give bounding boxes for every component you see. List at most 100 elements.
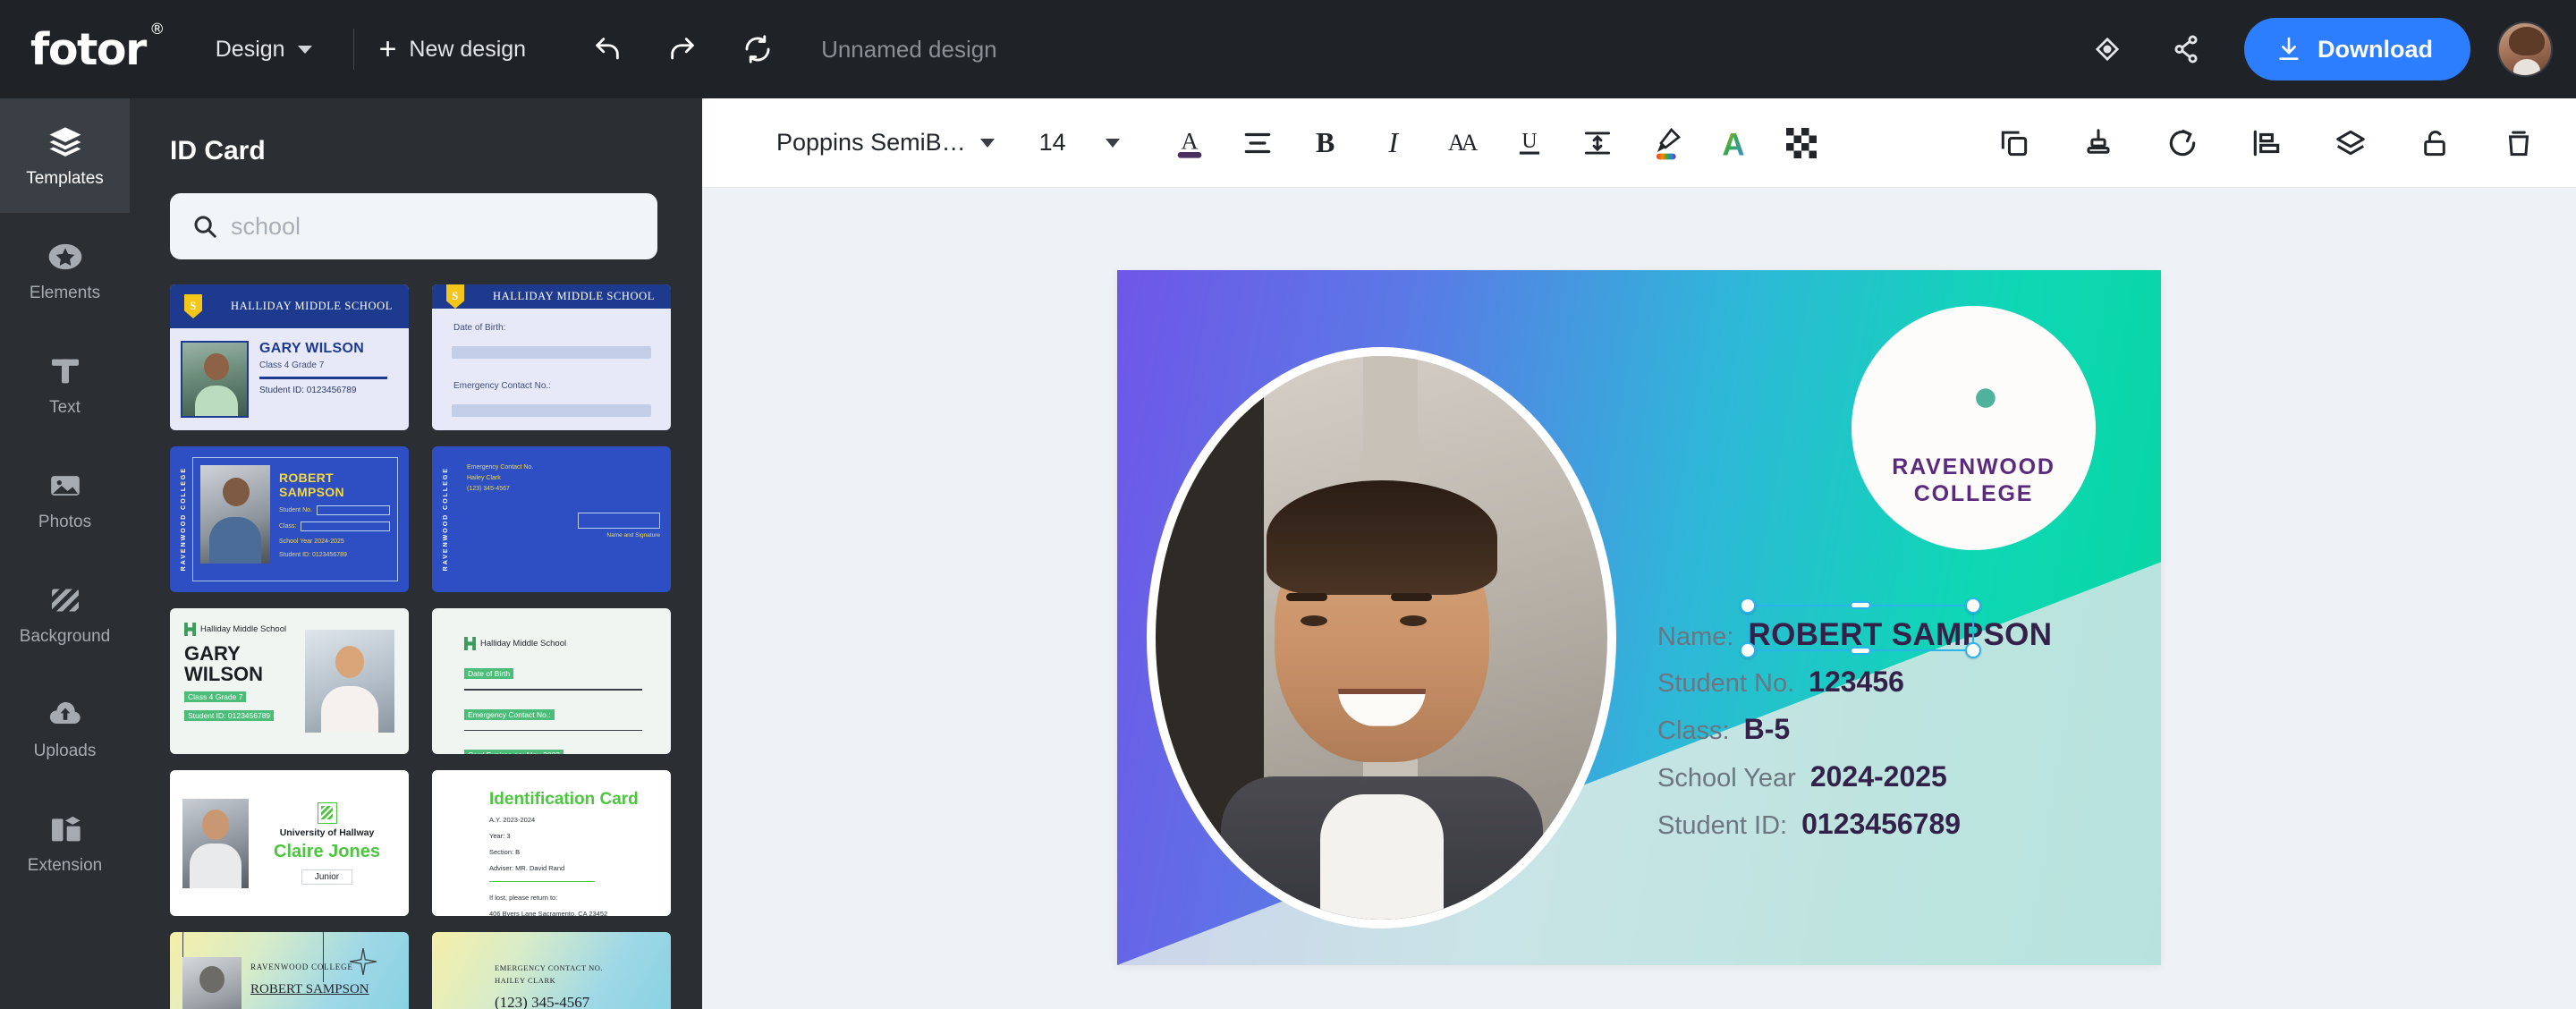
template-university: University of Hallway (280, 827, 375, 838)
sidebar-item-templates[interactable]: Templates (0, 98, 130, 213)
italic-icon: I (1388, 126, 1398, 159)
template-header: S HALLIDAY MIDDLE SCHOOL (432, 284, 671, 309)
template-card[interactable]: University of Hallway Claire Jones Junio… (170, 770, 409, 916)
template-card[interactable]: EMERGENCY CONTACT NO. HAILEY CLARK (123)… (432, 932, 671, 1009)
font-family-select[interactable]: Poppins SemiB… (776, 129, 995, 157)
student-photo[interactable] (1147, 347, 1616, 928)
sidebar-item-text[interactable]: Text (0, 327, 130, 442)
hatch-icon (47, 581, 84, 619)
field-row-class[interactable]: Class: B-5 (1657, 713, 2140, 746)
redo-button[interactable] (655, 21, 710, 77)
template-school-year: School Year 2024-2025 (279, 538, 390, 545)
letter-case-button[interactable]: AA (1433, 114, 1490, 172)
resize-handle-top-center[interactable] (1850, 601, 1871, 609)
template-card[interactable]: Identification Card A.Y. 2023-2024 Year:… (432, 770, 671, 916)
design-name-input[interactable]: Unnamed design (821, 36, 997, 64)
sidebar-label-uploads: Uploads (34, 742, 97, 761)
effects-button[interactable] (1637, 114, 1694, 172)
sidebar-item-photos[interactable]: Photos (0, 442, 130, 556)
bold-button[interactable]: B (1297, 114, 1354, 172)
font-size-select[interactable]: 14 (1039, 129, 1120, 157)
template-card[interactable]: Halliday Middle School Date of Birth Eme… (432, 608, 671, 754)
logo-line-2: COLLEGE (1914, 481, 2033, 506)
lock-button[interactable] (2406, 114, 2463, 172)
template-card[interactable]: Halliday Middle School GARY WILSON Class… (170, 608, 409, 754)
field-row-student-no[interactable]: Student No. 123456 (1657, 666, 2140, 699)
template-student-id: Student ID: 0123456789 (259, 386, 398, 395)
fotor-logo[interactable]: fotor ® (30, 24, 146, 75)
sidebar-item-elements[interactable]: Elements (0, 213, 130, 327)
line-height-button[interactable] (1569, 114, 1626, 172)
template-card[interactable]: S HALLIDAY MIDDLE SCHOOL GARY WILSON Cla… (170, 284, 409, 430)
search-input[interactable] (231, 213, 615, 241)
layers-button[interactable] (2322, 114, 2379, 172)
canvas-area[interactable]: RAVENWOOD COLLEGE Name: ROBERT SAMPSON S… (702, 188, 2576, 1009)
template-body: Halliday Middle School Date of Birth Eme… (446, 623, 657, 740)
template-school-name: HALLIDAY MIDDLE SCHOOL (231, 300, 393, 313)
sync-button[interactable] (730, 21, 785, 77)
template-brand: Halliday Middle School (464, 637, 642, 650)
transparency-button[interactable] (1773, 114, 1830, 172)
template-student-name: ROBERT SAMPSON (279, 471, 390, 499)
template-card[interactable]: S HALLIDAY MIDDLE SCHOOL Date of Birth: … (432, 284, 671, 430)
template-dob-label: Date of Birth: (453, 323, 651, 333)
italic-button[interactable]: I (1365, 114, 1422, 172)
id-card-design[interactable]: RAVENWOOD COLLEGE Name: ROBERT SAMPSON S… (1117, 270, 2161, 965)
field-value-name[interactable]: ROBERT SAMPSON (1748, 617, 2052, 653)
text-color-button[interactable]: A (1161, 114, 1218, 172)
field-row-school-year[interactable]: School Year 2024-2025 (1657, 760, 2140, 793)
design-menu-label: Design (216, 37, 285, 63)
share-button[interactable] (2158, 21, 2214, 77)
text-style-button[interactable]: A (1705, 114, 1762, 172)
new-design-button[interactable]: + New design (365, 25, 541, 73)
object-actions (1959, 114, 2576, 172)
design-menu-button[interactable]: Design (201, 28, 326, 72)
svg-text:U: U (1521, 129, 1537, 152)
name-line-1: GARY (184, 642, 241, 665)
rotate-button[interactable] (2154, 114, 2211, 172)
search-box[interactable] (170, 193, 657, 259)
template-card[interactable]: RAVENWOOD COLLEGE ROBERT SAMPSON Student… (170, 446, 409, 592)
field-value-class[interactable]: B-5 (1744, 713, 1791, 746)
duplicate-button[interactable] (1986, 114, 2043, 172)
template-section: Section: B (489, 846, 671, 858)
divider (464, 730, 642, 732)
resize-handle-top-left[interactable] (1740, 598, 1756, 614)
undo-button[interactable] (580, 21, 635, 77)
field-row-name[interactable]: Name: ROBERT SAMPSON (1657, 617, 2140, 653)
field-value-school-year[interactable]: 2024-2025 (1810, 760, 1947, 793)
card-fields: Name: ROBERT SAMPSON Student No. 123456 … (1657, 617, 2140, 855)
underline-button[interactable]: U (1501, 114, 1558, 172)
text-t-icon (47, 352, 84, 390)
align-objects-button[interactable] (2238, 114, 2295, 172)
resize-handle-top-right[interactable] (1965, 598, 1981, 614)
template-photo (305, 630, 394, 733)
star-badge-icon (47, 238, 84, 276)
sidebar-label-elements: Elements (30, 284, 100, 303)
sidebar-item-background[interactable]: Background (0, 556, 130, 671)
align-button[interactable] (1229, 114, 1286, 172)
left-nav: Templates Elements Text Photos Backgroun… (0, 98, 130, 1009)
template-lost-line-2: 406 Byers Lane Sacramento, CA 23452 (489, 908, 671, 916)
template-student-name: Claire Jones (274, 842, 380, 862)
format-painter-button[interactable] (2070, 114, 2127, 172)
template-class-label: Class: (279, 523, 296, 530)
template-school-name: Halliday Middle School (200, 624, 286, 634)
template-photo (200, 465, 270, 564)
sidebar-item-uploads[interactable]: Uploads (0, 671, 130, 785)
avatar[interactable] (2497, 21, 2553, 77)
template-input-box (317, 505, 390, 515)
template-card[interactable]: RAVENWOOD COLLEGE ROBERT SAMPSON (170, 932, 409, 1009)
delete-button[interactable] (2490, 114, 2547, 172)
field-value-student-id[interactable]: 0123456789 (1801, 808, 1961, 841)
template-card[interactable]: RAVENWOOD COLLEGE Emergency Contact No. … (432, 446, 671, 592)
template-title: Identification Card (489, 790, 671, 810)
photo-icon (47, 467, 84, 504)
duplicate-icon (1997, 126, 2031, 160)
sidebar-item-extension[interactable]: Extension (0, 785, 130, 900)
field-row-student-id[interactable]: Student ID: 0123456789 (1657, 808, 2140, 841)
download-button[interactable]: Download (2244, 18, 2470, 81)
field-value-student-no[interactable]: 123456 (1809, 666, 1904, 699)
preview-button[interactable] (2080, 21, 2135, 77)
college-logo-badge[interactable]: RAVENWOOD COLLEGE (1852, 306, 2096, 550)
